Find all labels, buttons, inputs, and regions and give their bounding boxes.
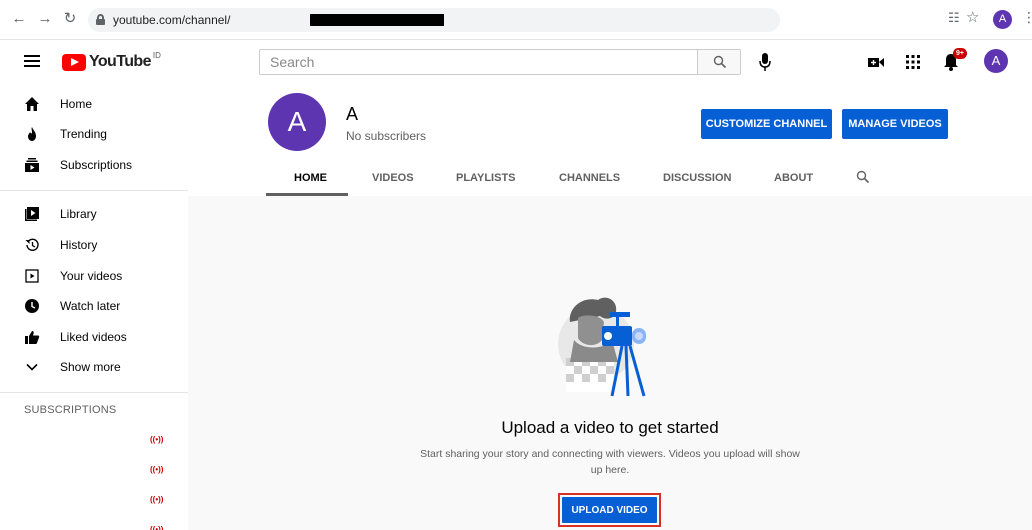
sidebar-item-trending[interactable]: Trending — [0, 119, 188, 149]
url-text: youtube.com/channel/ — [113, 13, 231, 27]
account-avatar[interactable]: A — [984, 49, 1008, 73]
live-indicator-icon: ((•)) — [150, 434, 164, 444]
channel-name-redaction — [359, 106, 451, 122]
sidebar-item-label: Your videos — [60, 269, 123, 283]
search-icon — [713, 55, 727, 69]
sidebar-item-label: Watch later — [60, 299, 121, 313]
tab-discussion[interactable]: DISCUSSION — [663, 172, 731, 184]
sidebar-item-show-more[interactable]: Show more — [0, 352, 188, 382]
sidebar-item-label: Subscriptions — [60, 158, 133, 172]
apps-grid-icon[interactable] — [903, 52, 923, 72]
watch-later-icon — [25, 299, 39, 313]
reload-icon[interactable]: ↻ — [61, 10, 79, 28]
home-icon — [25, 97, 39, 111]
channel-avatar: A — [268, 93, 326, 151]
sidebar-item-label: Library — [60, 207, 97, 221]
browser-menu-icon[interactable]: ⋮ — [1022, 9, 1032, 26]
upload-illustration — [558, 297, 646, 397]
back-arrow-icon[interactable]: ← — [10, 10, 28, 28]
browser-toolbar: ← → ↻ youtube.com/channel/ ☷ ☆ A ⋮ — [0, 0, 1032, 40]
live-indicator-icon: ((•)) — [150, 464, 164, 474]
sidebar-item-label: Show more — [60, 360, 121, 374]
upload-video-button[interactable]: UPLOAD VIDEO — [562, 497, 657, 523]
browser-profile-avatar[interactable]: A — [993, 10, 1012, 29]
address-bar[interactable]: youtube.com/channel/ — [88, 8, 780, 32]
subscriptions-heading: SUBSCRIPTIONS — [24, 404, 117, 416]
library-icon — [25, 207, 39, 221]
youtube-logo[interactable]: YouTube ID — [62, 51, 161, 71]
thumbs-up-icon — [25, 331, 40, 344]
url-redaction — [310, 14, 444, 26]
tab-about[interactable]: ABOUT — [774, 172, 813, 184]
youtube-masthead: YouTube ID 9+ A — [0, 40, 1032, 84]
logo-text: YouTube — [89, 53, 151, 70]
manage-videos-button[interactable]: MANAGE VIDEOS — [842, 109, 948, 139]
chevron-down-icon — [26, 363, 38, 371]
search-button[interactable] — [697, 49, 741, 75]
live-indicator-icon: ((•)) — [150, 524, 164, 530]
sidebar-item-home[interactable]: Home — [0, 89, 188, 119]
forward-arrow-icon[interactable]: → — [36, 10, 54, 28]
install-icon[interactable]: ☷ — [948, 10, 960, 26]
youtube-play-icon — [62, 53, 86, 71]
sidebar: Home Trending Subscriptions Library Hist… — [0, 84, 188, 530]
search-input[interactable] — [260, 50, 697, 74]
subscription-item[interactable]: ((•)) — [0, 484, 188, 514]
history-icon — [25, 238, 39, 251]
subscription-item[interactable]: ((•)) — [0, 514, 188, 530]
sidebar-item-label: Liked videos — [60, 330, 127, 344]
region-code: ID — [152, 51, 161, 60]
hamburger-menu-icon[interactable] — [24, 55, 40, 67]
microphone-icon[interactable] — [758, 52, 772, 72]
sidebar-item-subscriptions[interactable]: Subscriptions — [0, 150, 188, 180]
live-indicator-icon: ((•)) — [150, 494, 164, 504]
subscription-item[interactable]: ((•)) — [0, 454, 188, 484]
bookmark-star-icon[interactable]: ☆ — [966, 8, 979, 26]
sidebar-item-your-videos[interactable]: Your videos — [0, 261, 188, 291]
channel-search-icon[interactable] — [856, 170, 870, 184]
sidebar-divider — [0, 190, 188, 191]
subscriber-count: No subscribers — [346, 129, 427, 143]
sidebar-item-label: Trending — [60, 127, 107, 141]
customize-channel-button[interactable]: CUSTOMIZE CHANNEL — [701, 109, 832, 139]
sidebar-divider — [0, 392, 188, 393]
create-video-icon[interactable] — [866, 52, 886, 72]
your-videos-icon — [25, 269, 39, 283]
active-tab-indicator — [266, 193, 348, 196]
sidebar-item-label: History — [60, 238, 98, 252]
main-content: A A No subscribers CUSTOMIZE CHANNEL MAN… — [188, 84, 1032, 530]
subscription-item[interactable]: ((•)) — [0, 424, 188, 454]
subscriptions-icon — [25, 158, 39, 172]
upload-highlight-box: UPLOAD VIDEO — [558, 493, 661, 527]
tab-playlists[interactable]: PLAYLISTS — [456, 172, 516, 184]
search-box[interactable] — [259, 49, 697, 75]
sidebar-item-watch-later[interactable]: Watch later — [0, 291, 188, 321]
channel-name: A — [346, 104, 359, 124]
sidebar-item-library[interactable]: Library — [0, 199, 188, 229]
tab-videos[interactable]: VIDEOS — [372, 172, 414, 184]
channel-header: A A No subscribers CUSTOMIZE CHANNEL MAN… — [188, 84, 1032, 196]
sidebar-item-liked-videos[interactable]: Liked videos — [0, 322, 188, 352]
tab-channels[interactable]: CHANNELS — [559, 172, 620, 184]
notification-badge: 9+ — [953, 48, 967, 59]
tab-home[interactable]: HOME — [294, 172, 327, 184]
empty-state-description: Start sharing your story and connecting … — [420, 448, 800, 476]
sidebar-item-label: Home — [60, 97, 93, 111]
empty-state-title: Upload a video to get started — [501, 418, 719, 437]
lock-icon — [96, 14, 105, 25]
trending-icon — [28, 127, 36, 141]
sidebar-item-history[interactable]: History — [0, 230, 188, 260]
